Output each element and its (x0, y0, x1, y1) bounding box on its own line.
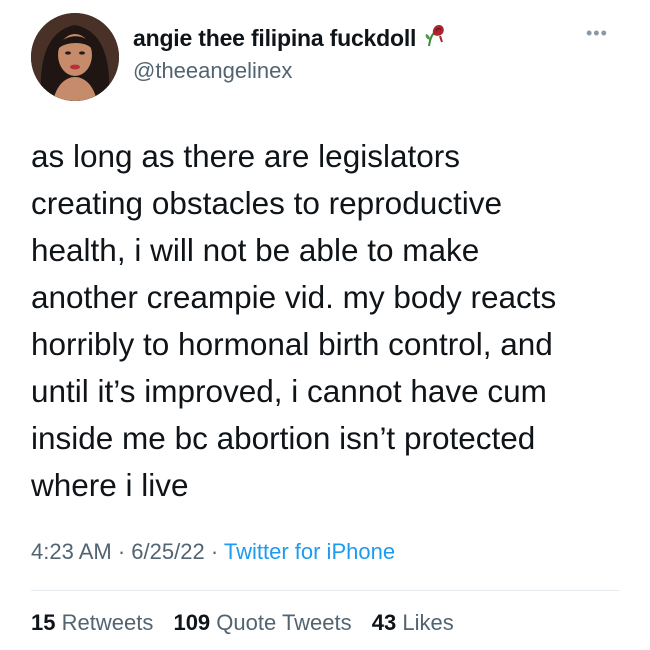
likes-label: Likes (402, 610, 454, 635)
more-options-icon[interactable]: ••• (586, 24, 608, 42)
quote-tweets-stat[interactable]: 109 Quote Tweets (173, 610, 351, 635)
display-name[interactable]: angie thee filipina fuckdoll (133, 22, 448, 54)
tweet-time[interactable]: 4:23 AM (31, 539, 112, 564)
tweet-text-line: inside me bc abortion isn’t protected (31, 420, 536, 456)
avatar[interactable] (31, 13, 119, 101)
tweet-text-line: another creampie vid. my body reacts (31, 279, 557, 315)
tweet-text-line: horribly to hormonal birth control, and (31, 326, 553, 362)
tweet-text-line: health, i will not be able to make (31, 232, 480, 268)
quote-tweets-count: 109 (173, 610, 211, 635)
retweets-stat[interactable]: 15 Retweets (31, 610, 153, 635)
tweet-text-line: as long as there are legislators (31, 138, 460, 174)
avatar-image (31, 13, 119, 101)
separator-dot: · (210, 539, 219, 564)
engagement-stats: 15 Retweets 109 Quote Tweets 43 Likes (31, 610, 454, 636)
user-handle[interactable]: @theeangelinex (133, 58, 292, 84)
tweet-source-link[interactable]: Twitter for iPhone (224, 539, 395, 564)
display-name-text[interactable]: angie thee filipina fuckdoll (133, 25, 416, 51)
tweet-card: angie thee filipina fuckdoll @theeangeli… (0, 0, 650, 650)
retweets-count: 15 (31, 610, 56, 635)
tweet-text-line: where i live (31, 467, 189, 503)
wilted-rose-icon (422, 22, 448, 54)
retweets-label: Retweets (61, 610, 154, 635)
tweet-text: as long as there are legislators creatin… (31, 133, 631, 509)
tweet-date[interactable]: 6/25/22 (131, 539, 204, 564)
tweet-text-line: until it’s improved, i cannot have cum (31, 373, 547, 409)
tweet-metadata: 4:23 AM · 6/25/22 · Twitter for iPhone (31, 539, 395, 565)
tweet-text-line: creating obstacles to reproductive (31, 185, 503, 221)
likes-count: 43 (371, 610, 397, 635)
separator-dot: · (117, 539, 126, 564)
divider (31, 590, 620, 591)
quote-tweets-label: Quote Tweets (216, 610, 352, 635)
likes-stat[interactable]: 43 Likes (372, 610, 454, 635)
